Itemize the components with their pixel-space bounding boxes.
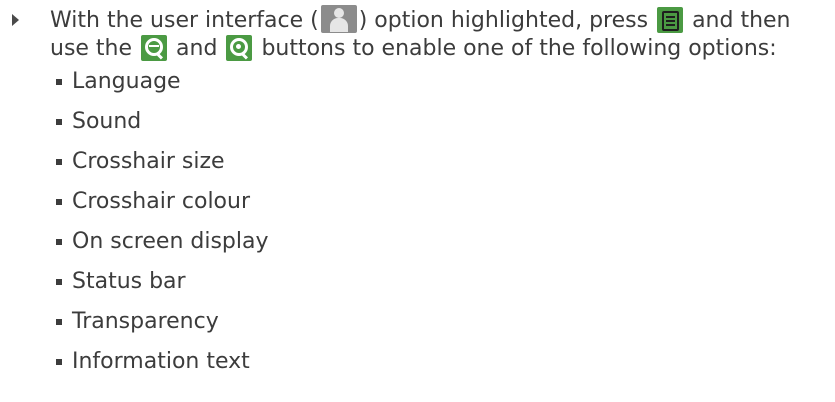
instruction-text-2a: use the [50, 36, 133, 61]
user-interface-icon [320, 5, 357, 33]
instruction-text-1b: ) option highlighted, press [358, 8, 649, 33]
bullet-icon [56, 199, 62, 205]
instruction-text-2c: buttons to enable one of the following o… [261, 36, 777, 61]
zoom-in-button-icon [226, 35, 253, 61]
bullet-icon [56, 79, 62, 85]
bullet-icon [56, 359, 62, 365]
instruction-line-2: use the and buttons to enable one of the… [50, 34, 777, 64]
bullet-icon [56, 279, 62, 285]
instruction-text-2b: and [176, 36, 218, 61]
bullet-icon [56, 239, 62, 245]
bullet-icon [56, 159, 62, 165]
instruction-text-1c: and then [692, 8, 791, 33]
instruction-text-1a: With the user interface ( [50, 8, 319, 33]
step-arrow-icon [12, 14, 19, 26]
bullet-icon [56, 319, 62, 325]
menu-button-icon [657, 7, 684, 33]
zoom-out-button-icon [141, 35, 168, 61]
instruction-line-1: With the user interface ( ) option highli… [50, 5, 791, 36]
bullet-icon [56, 119, 62, 125]
